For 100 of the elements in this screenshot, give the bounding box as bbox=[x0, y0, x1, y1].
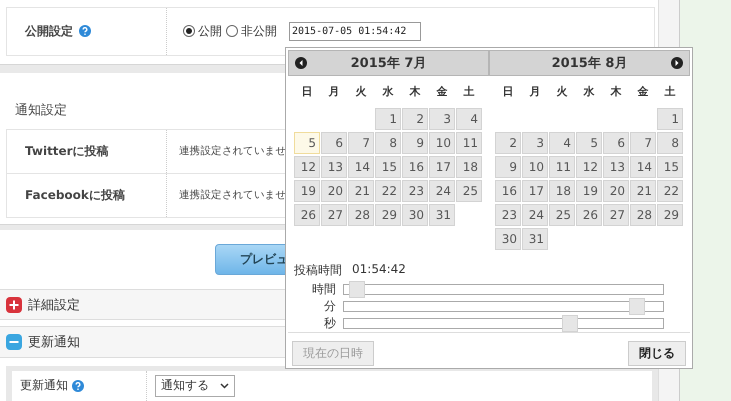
previous-icon[interactable] bbox=[295, 57, 307, 69]
time-slider[interactable] bbox=[343, 301, 664, 312]
day-cell[interactable]: 1 bbox=[375, 108, 401, 130]
day-cell[interactable]: 4 bbox=[549, 132, 575, 154]
day-cell[interactable]: 12 bbox=[294, 156, 320, 178]
slider-handle[interactable] bbox=[348, 281, 365, 298]
day-cell[interactable]: 25 bbox=[549, 204, 575, 226]
radio-label: 公開 bbox=[198, 22, 222, 40]
day-cell[interactable]: 21 bbox=[630, 180, 656, 202]
day-cell[interactable]: 5 bbox=[576, 132, 602, 154]
weekday-label: 木 bbox=[609, 84, 622, 100]
day-cell[interactable]: 13 bbox=[603, 156, 629, 178]
weekday-label: 金 bbox=[435, 84, 448, 100]
day-cell[interactable]: 31 bbox=[429, 204, 455, 226]
day-cell[interactable]: 10 bbox=[522, 156, 548, 178]
day-cell[interactable]: 18 bbox=[456, 156, 482, 178]
next-icon[interactable] bbox=[671, 57, 683, 69]
day-cell[interactable]: 21 bbox=[348, 180, 374, 202]
radio-button[interactable] bbox=[226, 25, 238, 38]
chevron-icon bbox=[220, 382, 229, 389]
day-cell[interactable]: 4 bbox=[456, 108, 482, 130]
day-cell[interactable]: 23 bbox=[495, 204, 521, 226]
day-cell[interactable]: 14 bbox=[630, 156, 656, 178]
day-cell[interactable]: 17 bbox=[429, 156, 455, 178]
day-cell[interactable]: 8 bbox=[657, 132, 683, 154]
plus-icon[interactable] bbox=[6, 296, 22, 313]
day-cell[interactable]: 23 bbox=[402, 180, 428, 202]
day-cell[interactable]: 22 bbox=[657, 180, 683, 202]
day-cell[interactable]: 19 bbox=[576, 180, 602, 202]
day-cell[interactable]: 11 bbox=[549, 156, 575, 178]
minus-icon[interactable] bbox=[6, 334, 22, 350]
day-cell[interactable]: 7 bbox=[348, 132, 374, 154]
field-label: 更新通知 bbox=[20, 377, 68, 394]
weekday-label: 日 bbox=[502, 84, 514, 100]
radio-label: 非公開 bbox=[241, 22, 277, 40]
day-cell[interactable]: 18 bbox=[549, 180, 575, 202]
day-cell[interactable]: 29 bbox=[375, 204, 401, 226]
section-title: 更新通知 bbox=[28, 334, 80, 352]
time-slider[interactable] bbox=[343, 284, 664, 295]
day-cell[interactable]: 9 bbox=[402, 132, 428, 154]
day-cell[interactable]: 3 bbox=[429, 108, 455, 130]
day-cell[interactable]: 16 bbox=[495, 180, 521, 202]
notify-select[interactable]: 通知する bbox=[155, 374, 235, 397]
day-cell[interactable]: 2 bbox=[495, 132, 521, 154]
day-cell[interactable]: 22 bbox=[375, 180, 401, 202]
day-cell[interactable]: 10 bbox=[429, 132, 455, 154]
day-cell[interactable]: 25 bbox=[456, 180, 482, 202]
slider-handle[interactable] bbox=[562, 315, 578, 332]
row-label: Facebookに投稿 bbox=[25, 186, 125, 204]
day-cell[interactable]: 27 bbox=[603, 204, 629, 226]
slider-handle[interactable] bbox=[629, 298, 646, 315]
day-cell[interactable]: 9 bbox=[495, 156, 521, 178]
day-cell[interactable]: 29 bbox=[657, 204, 683, 226]
day-cell[interactable]: 15 bbox=[375, 156, 401, 178]
day-cell[interactable]: 1 bbox=[657, 108, 683, 130]
day-cell[interactable]: 5 bbox=[294, 132, 320, 154]
day-cell[interactable]: 17 bbox=[522, 180, 548, 202]
day-cell[interactable]: 24 bbox=[429, 180, 455, 202]
day-cell[interactable]: 2 bbox=[402, 108, 428, 130]
section-heading: 通知設定 bbox=[15, 102, 67, 119]
day-cell[interactable]: 28 bbox=[348, 204, 374, 226]
day-cell[interactable]: 24 bbox=[522, 204, 548, 226]
row-label: Twitterに投稿 bbox=[25, 142, 109, 160]
month-title: 2015年 7月 bbox=[350, 55, 426, 72]
weekday-label: 月 bbox=[328, 84, 340, 100]
day-cell[interactable]: 16 bbox=[402, 156, 428, 178]
day-cell[interactable]: 26 bbox=[576, 204, 602, 226]
day-cell[interactable]: 12 bbox=[576, 156, 602, 178]
day-cell[interactable]: 20 bbox=[321, 180, 347, 202]
help-icon[interactable] bbox=[72, 380, 84, 392]
day-cell[interactable]: 28 bbox=[630, 204, 656, 226]
day-cell[interactable]: 15 bbox=[657, 156, 683, 178]
radio-button[interactable] bbox=[183, 25, 195, 38]
slider-label: 分 bbox=[323, 298, 337, 315]
field-label: 公開設定 bbox=[25, 22, 73, 40]
help-icon[interactable] bbox=[79, 25, 91, 38]
day-cell[interactable]: 27 bbox=[321, 204, 347, 226]
weekday-label: 金 bbox=[636, 84, 650, 100]
day-cell[interactable]: 31 bbox=[522, 228, 548, 250]
datetime-field[interactable]: 2015-07-05 01:54:42 bbox=[289, 22, 421, 41]
day-cell[interactable]: 6 bbox=[321, 132, 347, 154]
close-button[interactable]: 閉じる bbox=[628, 341, 686, 366]
month-title: 2015年 8月 bbox=[552, 55, 628, 72]
day-cell[interactable]: 14 bbox=[348, 156, 374, 178]
day-cell[interactable]: 30 bbox=[402, 204, 428, 226]
day-cell[interactable]: 3 bbox=[522, 132, 548, 154]
day-cell[interactable]: 30 bbox=[495, 228, 521, 250]
row-value: 連携設定されていませ bbox=[179, 188, 286, 202]
day-cell[interactable]: 13 bbox=[321, 156, 347, 178]
day-cell[interactable]: 11 bbox=[456, 132, 482, 154]
day-cell[interactable]: 20 bbox=[603, 180, 629, 202]
time-slider[interactable] bbox=[343, 318, 664, 329]
weekday-label: 木 bbox=[408, 84, 422, 100]
section-title: 詳細設定 bbox=[28, 296, 80, 314]
weekday-label: 土 bbox=[462, 84, 476, 100]
day-cell[interactable]: 26 bbox=[294, 204, 320, 226]
day-cell[interactable]: 6 bbox=[603, 132, 629, 154]
day-cell[interactable]: 8 bbox=[375, 132, 401, 154]
day-cell[interactable]: 7 bbox=[630, 132, 656, 154]
day-cell[interactable]: 19 bbox=[294, 180, 320, 202]
